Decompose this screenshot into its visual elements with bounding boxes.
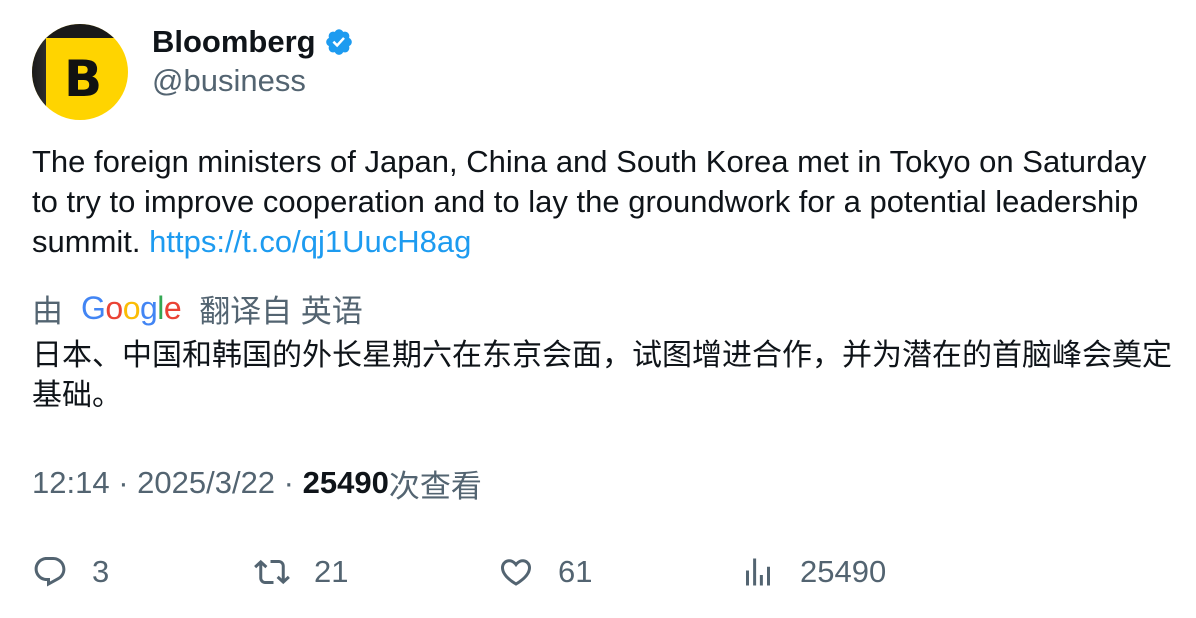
translation-attribution: 由 Google 翻译自 英语 bbox=[32, 288, 363, 329]
retweet-count: 21 bbox=[314, 554, 349, 589]
translated-text: 日本、中国和韩国的外长星期六在东京会面，试图增进合作，并为潜在的首脑峰会奠定基础… bbox=[32, 338, 1172, 413]
google-logo[interactable]: Google bbox=[81, 289, 182, 327]
reply-button[interactable]: 3 bbox=[32, 550, 109, 594]
reply-count: 3 bbox=[92, 554, 110, 589]
analytics-icon bbox=[746, 558, 770, 586]
avatar-shade-left bbox=[32, 24, 46, 120]
google-logo-letter: o bbox=[122, 289, 141, 326]
translation-prefix: 由 bbox=[32, 293, 63, 329]
tweet-date[interactable]: 2025/3/22 bbox=[137, 465, 275, 501]
meta-separator: · bbox=[275, 465, 303, 500]
translation-suffix: 翻译自 英语 bbox=[199, 293, 363, 329]
google-logo-letter: l bbox=[157, 289, 164, 326]
tweet-text: The foreign ministers of Japan, China an… bbox=[32, 142, 1172, 262]
author-name-row: Bloomberg bbox=[152, 22, 354, 62]
tweet-time[interactable]: 12:14 bbox=[32, 465, 110, 501]
retweet-button[interactable]: 21 bbox=[254, 550, 348, 594]
views-label: 次查看 bbox=[388, 468, 482, 504]
views-button[interactable]: 25490 bbox=[740, 550, 886, 594]
verified-badge-icon bbox=[325, 29, 352, 55]
meta-separator: · bbox=[109, 465, 138, 500]
heart-icon bbox=[500, 559, 532, 586]
avatar-letter: B bbox=[64, 50, 103, 108]
like-button[interactable]: 61 bbox=[498, 550, 592, 594]
google-logo-letter: o bbox=[105, 289, 123, 326]
avatar-shade-top bbox=[32, 24, 128, 38]
avatar[interactable]: B bbox=[32, 24, 128, 120]
tweet-meta: 12:14 · 2025/3/22 · 25490 次查看 bbox=[32, 463, 482, 504]
views-action-count: 25490 bbox=[800, 554, 887, 589]
google-logo-letter: g bbox=[139, 289, 158, 326]
tweet-card: B Bloomberg @business The foreign minist… bbox=[0, 0, 1196, 618]
author-handle[interactable]: @business bbox=[152, 63, 306, 99]
tweet-link[interactable]: https://t.co/qj1UucH8ag bbox=[149, 224, 471, 259]
google-logo-letter: G bbox=[81, 289, 106, 326]
like-count: 61 bbox=[558, 554, 593, 589]
google-logo-letter: e bbox=[163, 289, 182, 326]
author-display-name[interactable]: Bloomberg bbox=[152, 24, 316, 60]
views-count: 25490 bbox=[302, 465, 389, 500]
action-bar: 3 21 61 25490 bbox=[32, 550, 1172, 594]
reply-icon bbox=[34, 557, 66, 587]
retweet-icon bbox=[254, 559, 290, 585]
